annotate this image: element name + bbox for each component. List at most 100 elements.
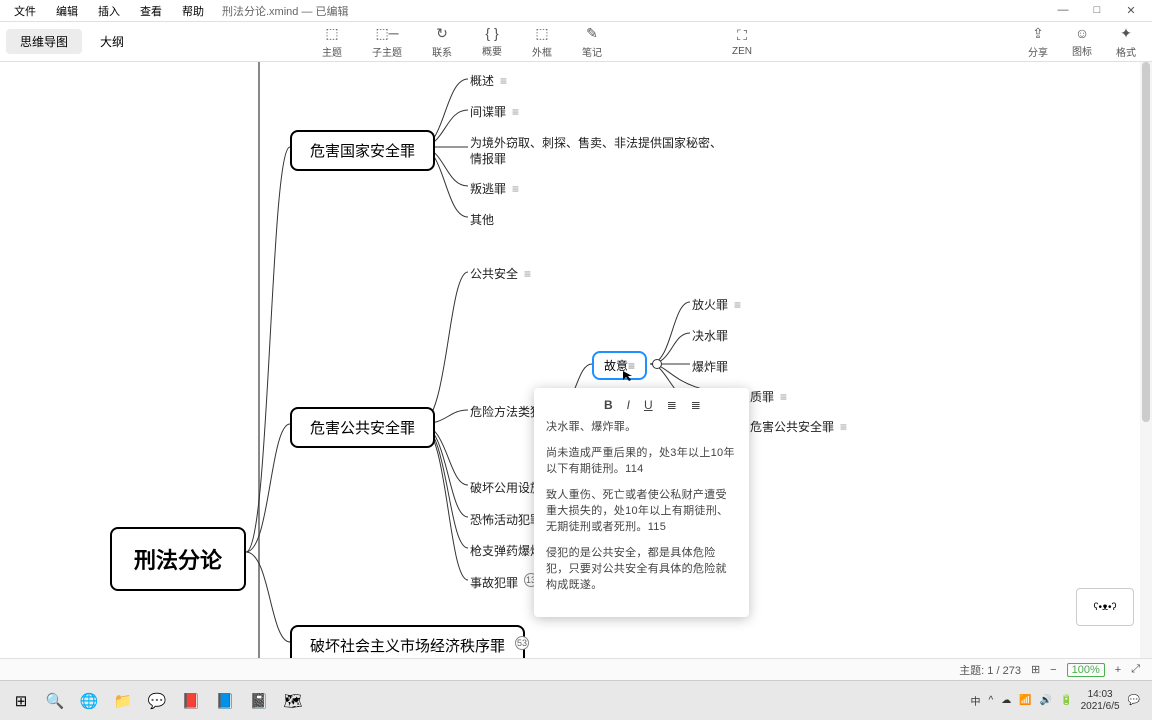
tray-wifi-icon[interactable]: 📶 <box>1019 695 1031 706</box>
tab-outline[interactable]: 大纲 <box>86 29 138 54</box>
tool-relation[interactable]: ↻联系 <box>432 25 452 59</box>
node-intentional-selected[interactable]: 故意≡ <box>592 351 647 380</box>
topic-count: 主题: 1 / 273 <box>959 662 1021 678</box>
bullet-list-button[interactable]: ≣ <box>667 398 677 412</box>
menu-edit[interactable]: 编辑 <box>46 3 88 19</box>
scrollbar-thumb[interactable] <box>1142 62 1150 422</box>
tray-notifications-icon[interactable]: 💬 <box>1128 695 1140 706</box>
search-button[interactable]: 🔍 <box>38 686 72 716</box>
taskbar-wechat[interactable]: 💬 <box>140 686 174 716</box>
taskbar-onenote[interactable]: 📓 <box>242 686 276 716</box>
tray-cloud-icon[interactable]: ☁ <box>1001 695 1011 706</box>
note-indicator-icon: ≡ <box>734 298 741 312</box>
smiley-icon: ☺ <box>1075 25 1089 41</box>
menu-view[interactable]: 查看 <box>130 3 172 19</box>
leaf-dangerous-methods[interactable]: 危险方法类犯 <box>470 403 542 420</box>
tool-summary[interactable]: { }概要 <box>482 25 502 59</box>
tray-battery-icon[interactable]: 🔋 <box>1060 695 1072 706</box>
start-button[interactable]: ⊞ <box>4 686 38 716</box>
zoom-out-button[interactable]: − <box>1050 664 1056 676</box>
leaf-public-safety[interactable]: 公共安全≡ <box>470 265 531 282</box>
leaf-overview[interactable]: 概述≡ <box>470 72 507 89</box>
note-indicator-icon: ≡ <box>512 105 519 119</box>
note-indicator-icon: ≡ <box>500 74 507 88</box>
window-close[interactable]: ✕ <box>1114 4 1148 17</box>
mindmap-canvas[interactable]: 刑法分论 危害国家安全罪 危害公共安全罪 破坏社会主义市场经济秩序罪 53 概述… <box>0 62 1152 680</box>
tool-note[interactable]: ✎笔记 <box>582 25 602 59</box>
leaf-weapons[interactable]: 枪支弹药爆炸 <box>470 542 542 559</box>
note-popup: B I U ≣ ≣ 决水罪、爆炸罪。 尚未造成严重后果的，处3年以上10年以下有… <box>534 388 749 617</box>
child-count-economic: 53 <box>515 636 529 650</box>
leaf-defection[interactable]: 叛逃罪≡ <box>470 180 519 197</box>
leaf-explosion[interactable]: 爆炸罪 <box>692 358 728 375</box>
canvas-ruler <box>258 62 260 680</box>
tool-zen[interactable]: ⛶ZEN <box>732 27 752 57</box>
bold-button[interactable]: B <box>604 398 613 412</box>
ime-indicator[interactable]: 中 <box>971 693 981 708</box>
zen-icon: ⛶ <box>737 27 747 44</box>
note-text-3[interactable]: 致人重伤、死亡或者使公私财产遭受重大损失的，处10年以上有期徒刑、无期徒刑或者死… <box>546 488 737 536</box>
taskbar-word[interactable]: 📘 <box>208 686 242 716</box>
italic-button[interactable]: I <box>627 398 630 412</box>
tray-clock[interactable]: 14:032021/6/5 <box>1081 689 1120 712</box>
tool-iconset[interactable]: ☺图标 <box>1072 25 1092 59</box>
menu-file[interactable]: 文件 <box>4 3 46 19</box>
note-indicator-icon: ≡ <box>512 182 519 196</box>
format-icon: ✦ <box>1120 25 1132 42</box>
leaf-terrorism[interactable]: 恐怖活动犯罪 <box>470 511 542 528</box>
map-view-icon[interactable]: ⊞ <box>1031 663 1040 676</box>
tab-mindmap[interactable]: 思维导图 <box>6 29 82 54</box>
leaf-public-facilities[interactable]: 破坏公用设施 <box>470 479 542 496</box>
tool-format[interactable]: ✦格式 <box>1116 25 1136 59</box>
taskbar-xmind[interactable]: 🗺 <box>276 686 310 716</box>
note-indicator-icon: ≡ <box>524 267 531 281</box>
tool-share[interactable]: ⇪分享 <box>1028 25 1048 59</box>
leaf-flooding[interactable]: 决水罪 <box>692 327 728 344</box>
note-indicator-icon: ≡ <box>780 390 787 404</box>
leaf-other[interactable]: 其他 <box>470 211 494 228</box>
taskbar-app1[interactable]: 📕 <box>174 686 208 716</box>
numbered-list-button[interactable]: ≣ <box>691 398 701 412</box>
leaf-state-secrets1[interactable]: 为境外窃取、刺探、售卖、非法提供国家秘密、 <box>470 134 722 151</box>
leaf-state-secrets2[interactable]: 情报罪 <box>470 150 506 167</box>
node-root[interactable]: 刑法分论 <box>110 527 246 591</box>
taskbar-chrome[interactable]: 🌐 <box>72 686 106 716</box>
share-icon: ⇪ <box>1032 25 1044 42</box>
status-bar: 主题: 1 / 273 ⊞ − 100% + ⤢ <box>0 658 1152 680</box>
tool-topic[interactable]: ⬚主题 <box>322 25 342 59</box>
leaf-hostage[interactable]: 质罪≡ <box>750 388 787 405</box>
tray-chevron-icon[interactable]: ^ <box>989 695 994 706</box>
node-national-security[interactable]: 危害国家安全罪 <box>290 130 435 171</box>
cursor-icon <box>622 370 634 382</box>
menu-insert[interactable]: 插入 <box>88 3 130 19</box>
tray-volume-icon[interactable]: 🔊 <box>1040 695 1052 706</box>
note-text-4[interactable]: 侵犯的是公共安全，都是具体危险犯，只要对公共安全有具体的危险就构成既遂。 <box>546 546 737 594</box>
leaf-arson[interactable]: 放火罪≡ <box>692 296 741 313</box>
assistant-widget[interactable]: ʕ•ᴥ•ʔ <box>1076 588 1134 626</box>
windows-taskbar: ⊞ 🔍 🌐 📁 💬 📕 📘 📓 🗺 中 ^ ☁ 📶 🔊 🔋 14:032021/… <box>0 680 1152 720</box>
leaf-spy[interactable]: 间谍罪≡ <box>470 103 519 120</box>
leaf-accidents[interactable]: 事故犯罪 <box>470 574 518 591</box>
relation-icon: ↻ <box>436 25 448 42</box>
fit-button[interactable]: ⤢ <box>1131 663 1140 676</box>
menu-help[interactable]: 帮助 <box>172 3 214 19</box>
summary-icon: { } <box>485 25 498 41</box>
window-minimize[interactable]: — <box>1046 4 1080 17</box>
zoom-level[interactable]: 100% <box>1067 663 1105 677</box>
leaf-endanger-public[interactable]: 危害公共安全罪≡ <box>750 418 847 435</box>
boundary-icon: ⬚ <box>535 25 548 42</box>
taskbar-explorer[interactable]: 📁 <box>106 686 140 716</box>
zoom-in-button[interactable]: + <box>1115 664 1121 676</box>
node-public-safety[interactable]: 危害公共安全罪 <box>290 407 435 448</box>
document-title: 刑法分论.xmind — 已编辑 <box>222 3 349 19</box>
note-text-1[interactable]: 决水罪、爆炸罪。 <box>546 420 737 436</box>
underline-button[interactable]: U <box>644 398 653 412</box>
tool-boundary[interactable]: ⬚外框 <box>532 25 552 59</box>
topic-icon: ⬚ <box>325 25 338 42</box>
junction-circle[interactable] <box>652 359 662 369</box>
scrollbar-vertical[interactable] <box>1140 62 1152 680</box>
note-text-2[interactable]: 尚未造成严重后果的，处3年以上10年以下有期徒刑。114 <box>546 446 737 478</box>
window-maximize[interactable]: □ <box>1080 4 1114 17</box>
tool-subtopic[interactable]: ⬚─子主题 <box>372 25 402 59</box>
note-icon: ✎ <box>586 25 598 42</box>
